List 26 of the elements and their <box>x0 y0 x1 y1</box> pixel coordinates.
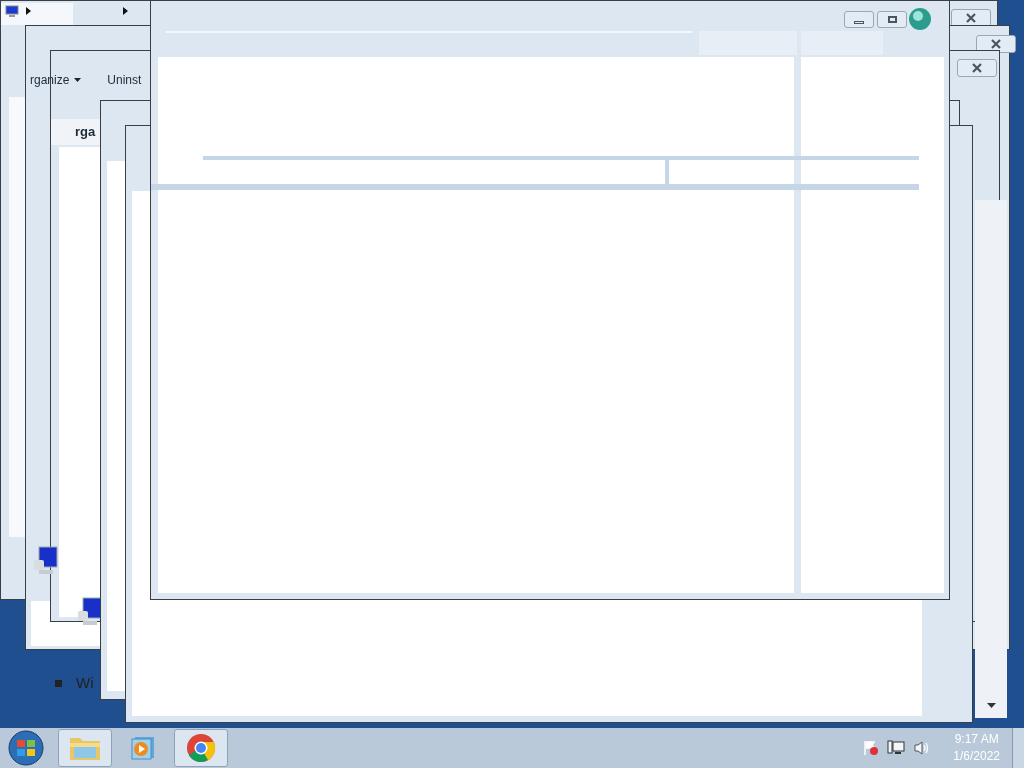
network-icon[interactable] <box>887 740 906 756</box>
close-icon <box>971 63 983 73</box>
maximize-button[interactable] <box>877 11 907 28</box>
chevron-right-icon[interactable] <box>26 7 31 15</box>
close-icon <box>990 39 1002 49</box>
flag-icon[interactable] <box>863 740 880 756</box>
close-button[interactable] <box>957 59 997 77</box>
list-item-text: Wi <box>76 673 94 693</box>
browser-icon <box>186 733 216 763</box>
computer-icon <box>5 5 19 18</box>
close-button[interactable] <box>976 35 1016 53</box>
start-button[interactable] <box>6 729 46 767</box>
toolbar-label[interactable]: rga <box>75 122 96 142</box>
taskbar-button[interactable] <box>174 729 228 767</box>
media-player-icon <box>130 735 156 761</box>
close-icon <box>965 13 977 23</box>
computer-icon <box>33 546 59 576</box>
chevron-right-icon[interactable] <box>123 7 128 15</box>
toolbar-button[interactable]: Uninst <box>107 71 142 89</box>
bullet-icon <box>55 679 62 687</box>
app-orb-icon <box>908 7 932 31</box>
computer-icon <box>77 597 103 627</box>
scroll-down-icon[interactable] <box>986 703 996 708</box>
clock-time: 9:17 AM <box>954 731 999 748</box>
clock-date: 1/6/2022 <box>953 748 1000 765</box>
minimize-button[interactable] <box>844 11 874 28</box>
